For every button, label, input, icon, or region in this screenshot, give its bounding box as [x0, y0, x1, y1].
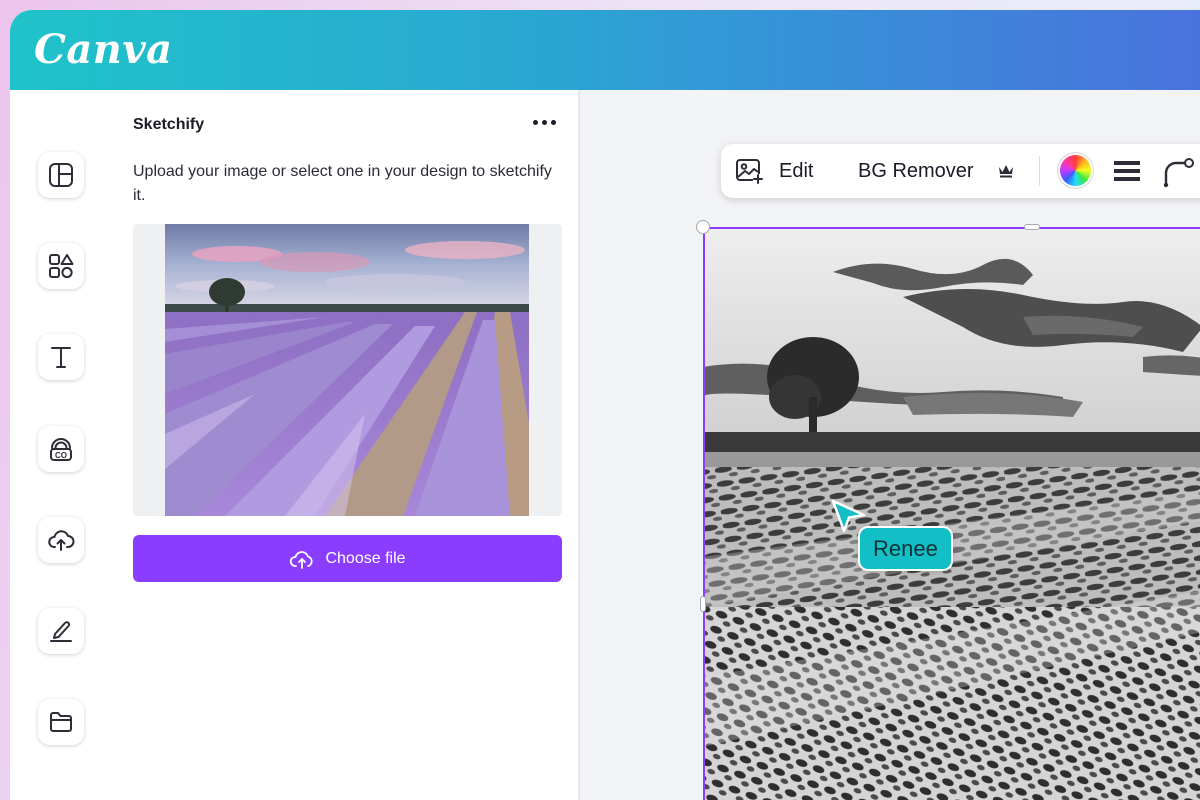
app-header: Canva — [10, 10, 1200, 90]
folder-icon — [50, 712, 72, 732]
choose-file-button[interactable]: Choose file — [133, 535, 562, 582]
sketch-artwork — [703, 227, 1200, 800]
image-preview[interactable] — [133, 224, 562, 516]
edit-button[interactable]: Edit — [779, 160, 813, 183]
resize-handle-left[interactable] — [700, 596, 706, 612]
lavender-photo — [165, 224, 529, 516]
sketchified-image[interactable] — [703, 227, 1200, 800]
sidebar-item-uploads[interactable] — [38, 517, 84, 563]
svg-text:CO: CO — [55, 451, 67, 460]
sidebar-item-layout[interactable] — [38, 152, 84, 198]
canva-logo[interactable]: Canva — [34, 26, 173, 73]
upload-cloud-icon — [48, 530, 75, 551]
layout-icon — [49, 163, 73, 187]
resize-handle-top[interactable] — [1024, 224, 1040, 230]
sidebar-item-text[interactable] — [38, 334, 84, 380]
elements-icon — [49, 254, 74, 279]
panel-title: Sketchify — [133, 116, 205, 133]
bg-remover-button[interactable]: BG Remover — [858, 160, 974, 183]
sidebar-rail: CO — [10, 90, 114, 800]
brand-icon: CO — [50, 438, 72, 461]
border-style-icon[interactable] — [1113, 159, 1141, 183]
collaborator-name-tag: Renee — [858, 526, 953, 571]
corner-rounding-icon[interactable] — [1161, 156, 1197, 188]
color-picker-icon[interactable] — [1058, 153, 1093, 188]
text-icon — [51, 347, 71, 368]
choose-file-label: Choose file — [325, 549, 406, 567]
edit-image-icon — [736, 159, 763, 184]
draw-icon — [50, 621, 72, 642]
crown-icon — [999, 165, 1013, 178]
upload-cloud-icon — [290, 550, 314, 569]
sidebar-item-projects[interactable] — [38, 699, 84, 745]
more-options-icon[interactable] — [528, 110, 560, 134]
image-toolbar: Edit BG Remover — [721, 144, 1200, 198]
sidebar-item-brand[interactable]: CO — [38, 426, 84, 472]
toolbar-separator — [1039, 156, 1040, 186]
sidebar-item-draw[interactable] — [38, 608, 84, 654]
sketchify-panel: Sketchify Upload your image or select on… — [114, 90, 578, 800]
resize-handle-top-left[interactable] — [696, 220, 710, 234]
sidebar-item-elements[interactable] — [38, 243, 84, 289]
panel-description: Upload your image or select one in your … — [133, 163, 552, 204]
